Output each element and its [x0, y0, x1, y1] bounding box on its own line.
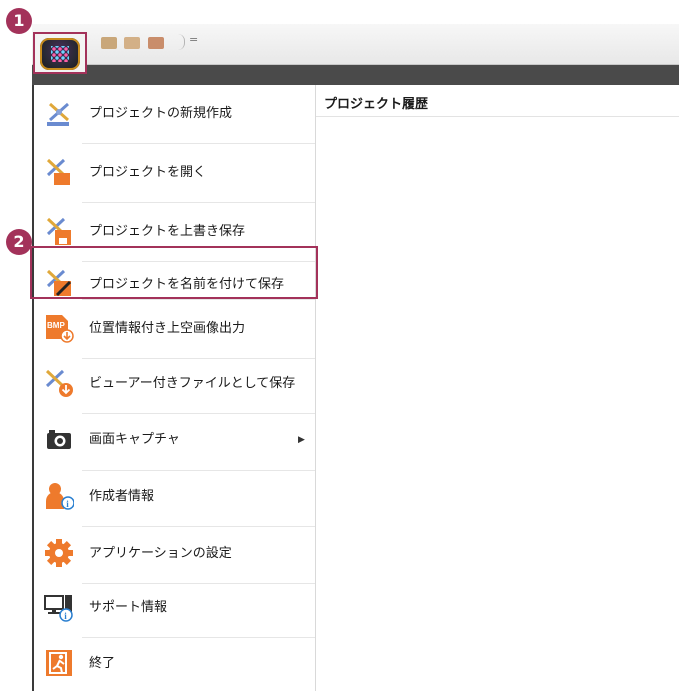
author-info-icon: i [46, 483, 74, 510]
menu-item-open-project[interactable]: プロジェクトを開く [34, 144, 315, 202]
camera-icon [47, 430, 71, 449]
menu-label: 画面キャプチャ [89, 432, 180, 447]
save-project-icon [46, 217, 71, 245]
project-history-title: プロジェクト履歴 [324, 97, 429, 112]
menu-item-support-info[interactable]: i サポート情報 [34, 579, 315, 637]
settings-gear-icon [45, 539, 73, 567]
svg-text:BMP: BMP [47, 321, 65, 330]
quick-access-new-icon[interactable] [101, 37, 117, 49]
support-info-icon: i [44, 595, 73, 622]
quick-access-open-icon[interactable] [124, 37, 140, 49]
menu-item-author-info[interactable]: i 作成者情報 [34, 468, 315, 526]
viewer-save-icon [45, 369, 73, 397]
menu-item-aerial-image-export[interactable]: BMP 位置情報付き上空画像出力 [34, 300, 315, 358]
menu-item-app-settings[interactable]: アプリケーションの設定 [34, 525, 315, 583]
menu-label: 終了 [89, 656, 116, 671]
bmp-export-icon: BMP [46, 315, 74, 343]
menu-label: 作成者情報 [89, 489, 155, 504]
save-as-highlight-frame [30, 246, 318, 299]
project-history-header: プロジェクト履歴 [316, 86, 679, 117]
exit-icon [46, 650, 72, 676]
application-menu-button[interactable] [33, 32, 87, 74]
quick-access-dropdown[interactable]: = [189, 33, 198, 46]
step-badge-2: 2 [6, 229, 32, 255]
menu-label: ビューアー付きファイルとして保存 [89, 376, 296, 391]
submenu-arrow-icon: ▶ [298, 435, 305, 445]
menu-item-viewer-save[interactable]: ビューアー付きファイルとして保存 [34, 355, 315, 413]
menu-item-new-project[interactable]: プロジェクトの新規作成 [34, 85, 315, 143]
menu-label: プロジェクトの新規作成 [89, 106, 233, 121]
menu-label: プロジェクトを開く [89, 165, 207, 180]
menu-item-screen-capture[interactable]: 画面キャプチャ ▶ [34, 411, 315, 469]
menu-label: サポート情報 [89, 600, 168, 615]
new-project-icon [47, 102, 69, 126]
app-orb-icon [40, 38, 80, 70]
menu-label: 位置情報付き上空画像出力 [89, 321, 246, 336]
quick-access-save-icon[interactable] [148, 37, 164, 49]
open-project-icon [46, 158, 70, 185]
menu-item-exit[interactable]: 終了 [34, 635, 315, 693]
step-badge-1: 1 [6, 8, 32, 34]
menu-list: プロジェクトの新規作成 プロジェクトを開く プロジェクトを上書き保存 プロジェク… [34, 85, 316, 691]
ribbon-bar [32, 65, 679, 85]
menu-label: アプリケーションの設定 [89, 546, 232, 561]
